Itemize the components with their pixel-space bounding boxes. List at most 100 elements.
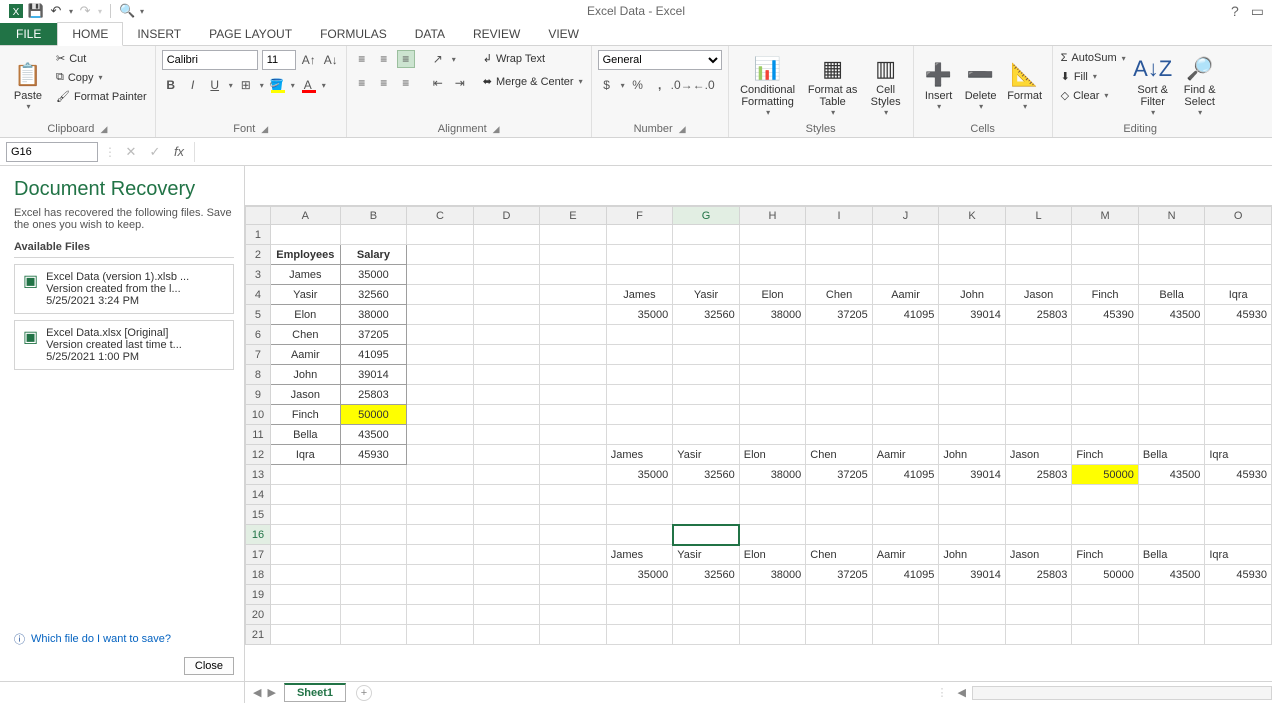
wrap-text-button[interactable]: ↲Wrap Text (481, 50, 585, 67)
redo-dropdown-icon[interactable]: ▾ (98, 7, 102, 16)
cell-C19[interactable] (407, 585, 474, 605)
cell-O6[interactable] (1205, 325, 1272, 345)
cell-A2[interactable]: Employees (270, 245, 340, 265)
cell-G21[interactable] (673, 625, 740, 645)
cell-L4[interactable]: Jason (1005, 285, 1072, 305)
format-as-table-button[interactable]: ▦Format as Table▾ (805, 50, 861, 123)
cell-M7[interactable] (1072, 345, 1139, 365)
cell-K1[interactable] (939, 225, 1006, 245)
cell-K17[interactable]: John (939, 545, 1006, 565)
undo-icon[interactable]: ↶ (48, 3, 64, 19)
cell-G13[interactable]: 32560 (673, 465, 740, 485)
cell-F1[interactable] (606, 225, 673, 245)
cell-D21[interactable] (473, 625, 540, 645)
cell-J9[interactable] (872, 385, 939, 405)
cell-O7[interactable] (1205, 345, 1272, 365)
cell-H19[interactable] (739, 585, 806, 605)
cell-L5[interactable]: 25803 (1005, 305, 1072, 325)
fill-color-button[interactable]: 🪣 (268, 76, 286, 94)
cell-I7[interactable] (806, 345, 873, 365)
cell-J17[interactable]: Aamir (872, 545, 939, 565)
cell-J20[interactable] (872, 605, 939, 625)
cell-H14[interactable] (739, 485, 806, 505)
cell-O17[interactable]: Iqra (1205, 545, 1272, 565)
cell-B2[interactable]: Salary (340, 245, 407, 265)
cell-E10[interactable] (540, 405, 607, 425)
cell-H3[interactable] (739, 265, 806, 285)
merge-center-button[interactable]: ⬌Merge & Center▾ (481, 73, 585, 90)
help-icon[interactable]: ? (1231, 3, 1239, 20)
cell-D17[interactable] (473, 545, 540, 565)
cell-F4[interactable]: James (606, 285, 673, 305)
cell-G10[interactable] (673, 405, 740, 425)
cell-D13[interactable] (473, 465, 540, 485)
cell-O19[interactable] (1205, 585, 1272, 605)
row-header-21[interactable]: 21 (246, 625, 271, 645)
cell-E4[interactable] (540, 285, 607, 305)
cell-O20[interactable] (1205, 605, 1272, 625)
cell-D4[interactable] (473, 285, 540, 305)
row-header-3[interactable]: 3 (246, 265, 271, 285)
cell-H17[interactable]: Elon (739, 545, 806, 565)
bold-button[interactable]: B (162, 76, 180, 94)
cell-J19[interactable] (872, 585, 939, 605)
cell-G14[interactable] (673, 485, 740, 505)
cell-C16[interactable] (407, 525, 474, 545)
cell-I16[interactable] (806, 525, 873, 545)
column-header-N[interactable]: N (1138, 207, 1205, 225)
cell-C8[interactable] (407, 365, 474, 385)
cell-L2[interactable] (1005, 245, 1072, 265)
cell-F11[interactable] (606, 425, 673, 445)
cell-F3[interactable] (606, 265, 673, 285)
cell-L14[interactable] (1005, 485, 1072, 505)
cell-K16[interactable] (939, 525, 1006, 545)
cell-A9[interactable]: Jason (270, 385, 340, 405)
cell-L15[interactable] (1005, 505, 1072, 525)
cell-K20[interactable] (939, 605, 1006, 625)
row-header-11[interactable]: 11 (246, 425, 271, 445)
cell-C13[interactable] (407, 465, 474, 485)
cell-L20[interactable] (1005, 605, 1072, 625)
cell-M16[interactable] (1072, 525, 1139, 545)
cell-K6[interactable] (939, 325, 1006, 345)
cell-E7[interactable] (540, 345, 607, 365)
cell-D1[interactable] (473, 225, 540, 245)
cell-C21[interactable] (407, 625, 474, 645)
cell-K9[interactable] (939, 385, 1006, 405)
cell-F20[interactable] (606, 605, 673, 625)
row-header-1[interactable]: 1 (246, 225, 271, 245)
cell-M21[interactable] (1072, 625, 1139, 645)
cell-G6[interactable] (673, 325, 740, 345)
cell-N19[interactable] (1138, 585, 1205, 605)
autosum-button[interactable]: ΣAutoSum▾ (1059, 50, 1128, 66)
row-header-6[interactable]: 6 (246, 325, 271, 345)
cell-K13[interactable]: 39014 (939, 465, 1006, 485)
cell-N20[interactable] (1138, 605, 1205, 625)
cell-I11[interactable] (806, 425, 873, 445)
cell-M12[interactable]: Finch (1072, 445, 1139, 465)
cell-F6[interactable] (606, 325, 673, 345)
cell-O4[interactable]: Iqra (1205, 285, 1272, 305)
cell-J5[interactable]: 41095 (872, 305, 939, 325)
cell-A11[interactable]: Bella (270, 425, 340, 445)
cell-N1[interactable] (1138, 225, 1205, 245)
clipboard-launcher-icon[interactable]: ◢ (100, 124, 107, 135)
column-header-I[interactable]: I (806, 207, 873, 225)
cell-B5[interactable]: 38000 (340, 305, 407, 325)
cell-O8[interactable] (1205, 365, 1272, 385)
cell-D6[interactable] (473, 325, 540, 345)
find-select-button[interactable]: 🔎Find & Select▾ (1178, 50, 1222, 123)
cell-G2[interactable] (673, 245, 740, 265)
column-header-H[interactable]: H (739, 207, 806, 225)
cell-B14[interactable] (340, 485, 407, 505)
cell-A18[interactable] (270, 565, 340, 585)
cell-F10[interactable] (606, 405, 673, 425)
cell-H9[interactable] (739, 385, 806, 405)
cell-E1[interactable] (540, 225, 607, 245)
borders-button[interactable]: ⊞ (237, 76, 255, 94)
column-header-F[interactable]: F (606, 207, 673, 225)
cell-J6[interactable] (872, 325, 939, 345)
cell-K11[interactable] (939, 425, 1006, 445)
print-preview-icon[interactable]: 🔍 (119, 3, 135, 19)
enter-formula-icon[interactable]: ✓ (146, 144, 164, 160)
